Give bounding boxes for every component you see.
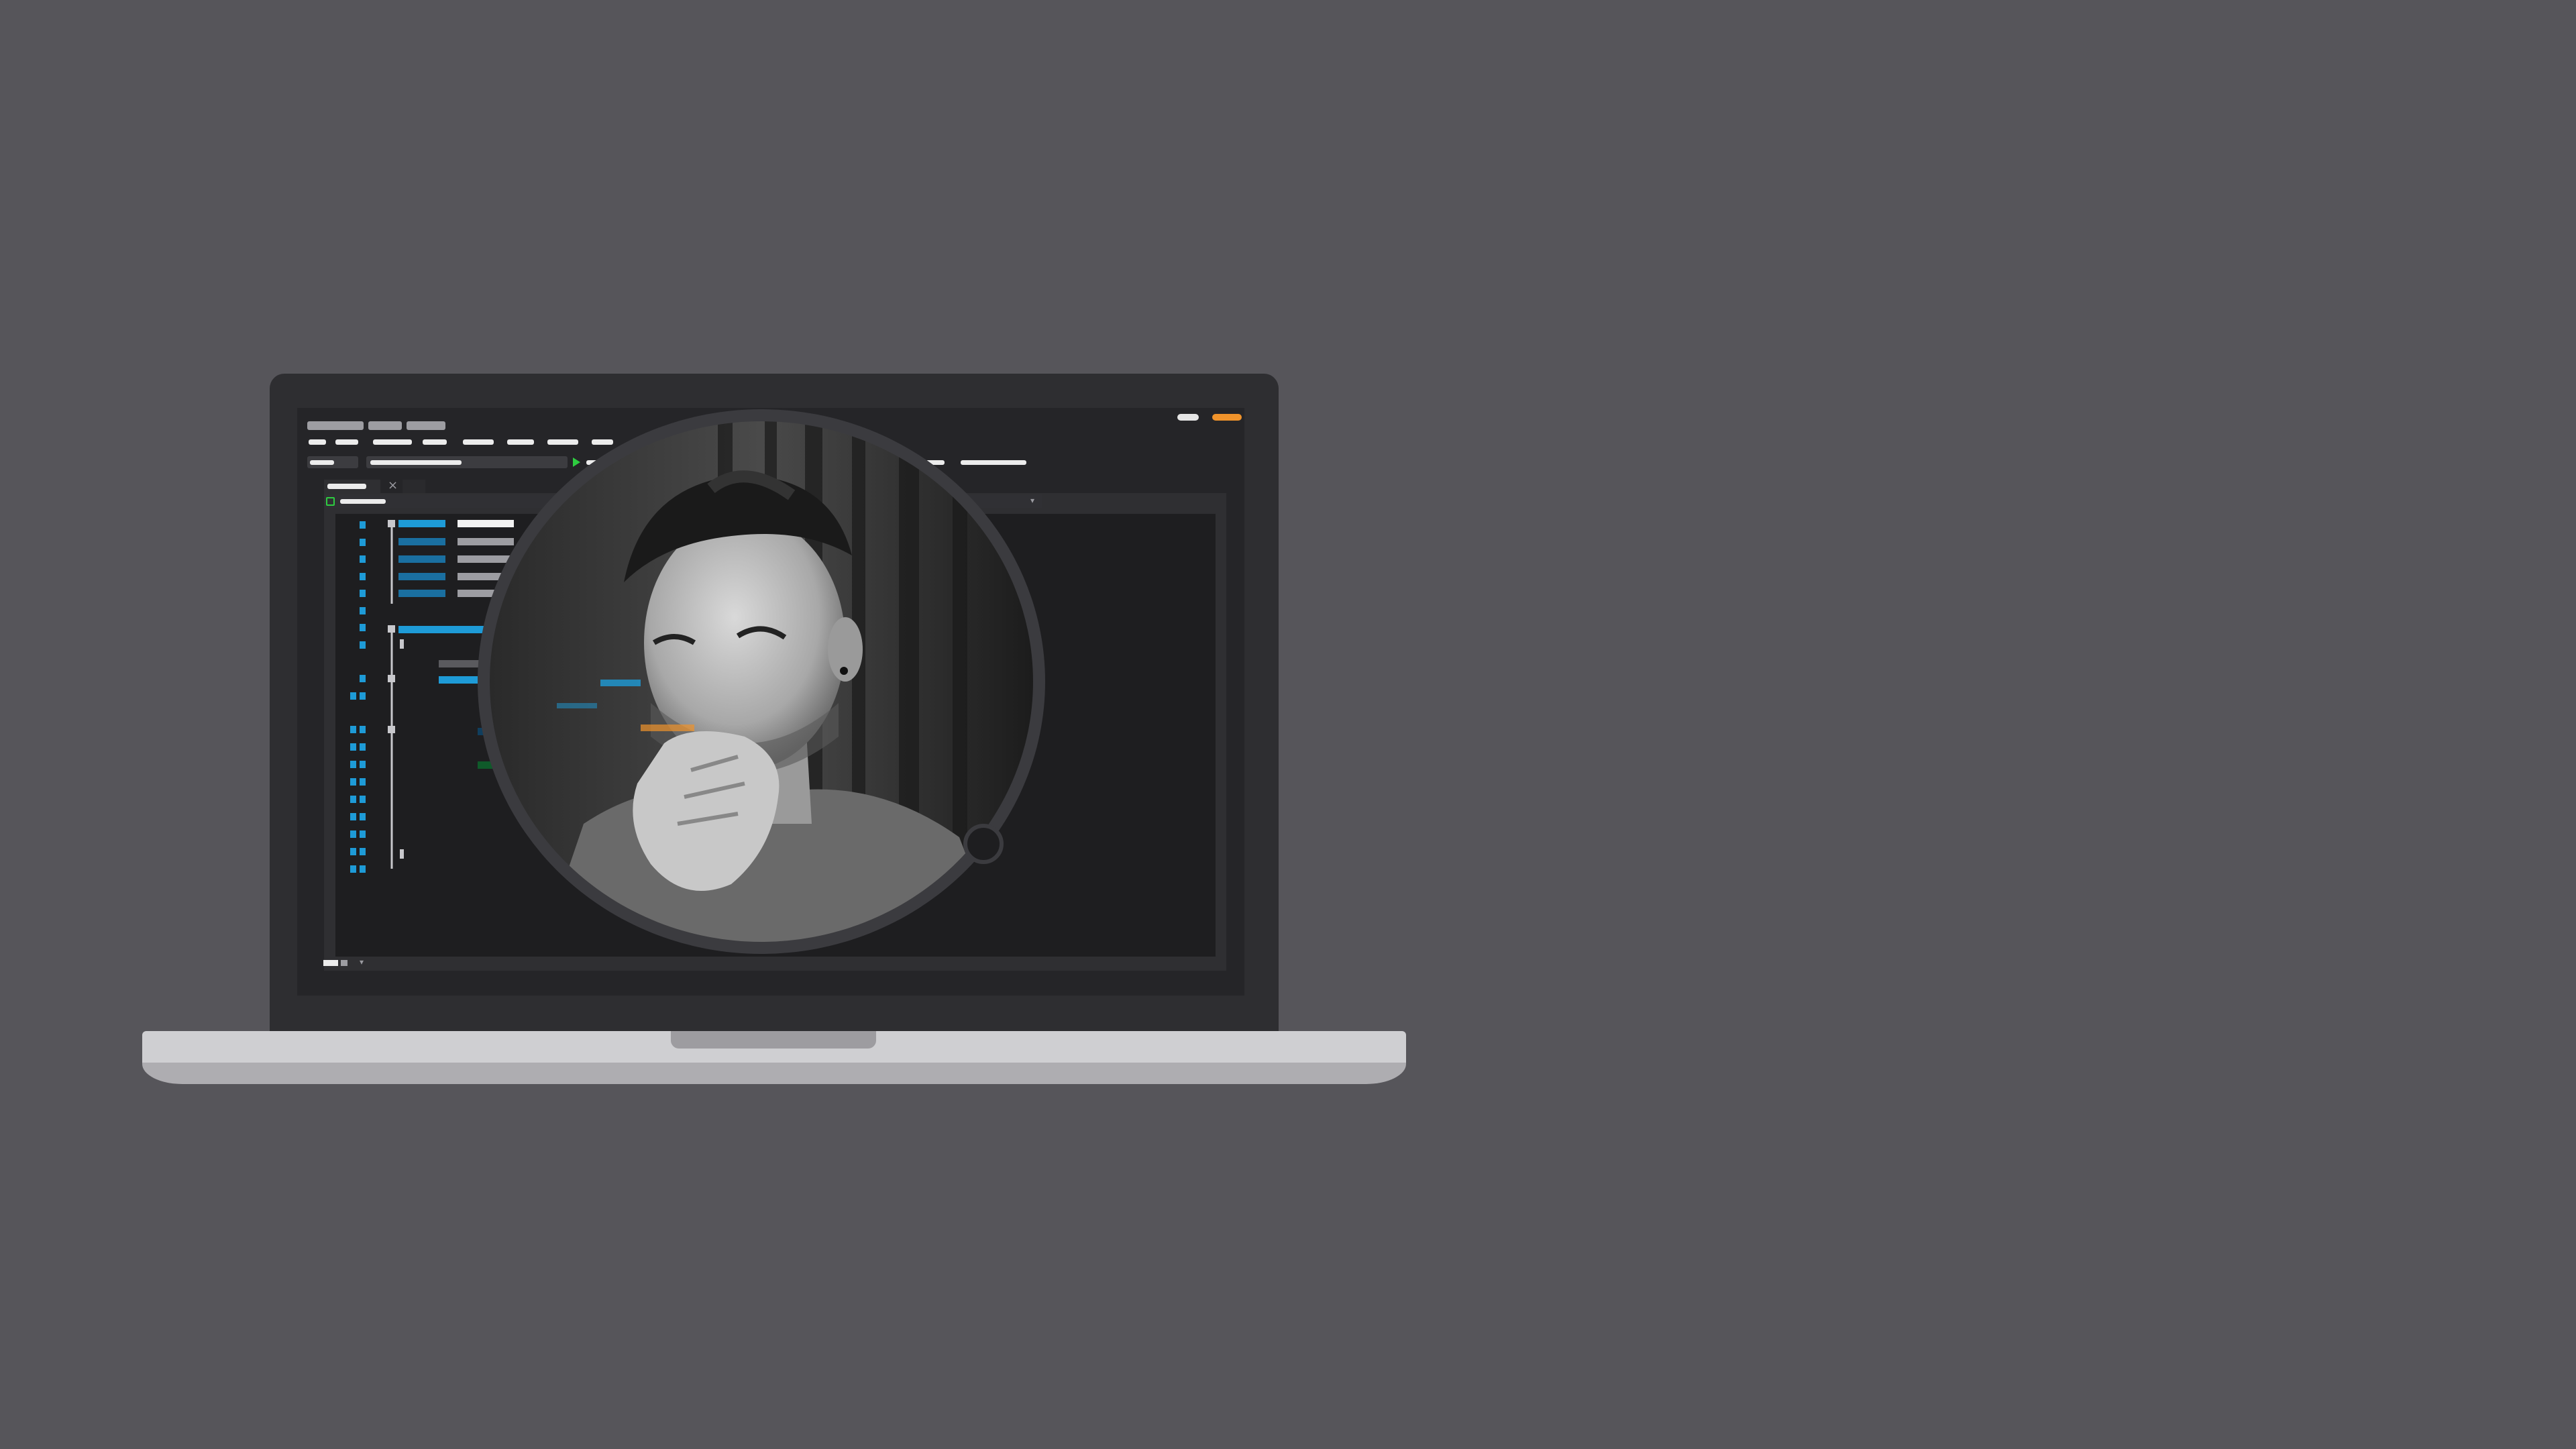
menu-item[interactable] (423, 439, 447, 445)
run-icon[interactable] (572, 457, 581, 468)
title-text-block (407, 421, 445, 430)
code-token (458, 538, 514, 545)
code-token (398, 626, 486, 633)
config-dropdown-label (310, 460, 334, 465)
title-text-block (368, 421, 402, 430)
menu-item[interactable] (547, 439, 578, 445)
code-token (458, 520, 514, 527)
zoom-percent (341, 960, 347, 966)
code-token (398, 555, 445, 563)
menu-item[interactable] (309, 439, 326, 445)
menu-item[interactable] (335, 439, 358, 445)
code-token (398, 538, 445, 545)
menu-item[interactable] (507, 439, 534, 445)
target-dropdown-label (370, 460, 462, 465)
title-text-block (307, 421, 364, 430)
file-icon (326, 497, 335, 506)
close-icon[interactable]: × (388, 480, 398, 492)
tab-label (327, 484, 366, 489)
chevron-down-icon[interactable]: ▾ (1030, 496, 1034, 504)
code-token (398, 573, 445, 580)
portrait-notch (963, 824, 1004, 864)
toolbar-item[interactable] (961, 460, 1026, 465)
person-portrait-icon (490, 421, 1033, 942)
close-button[interactable] (1212, 414, 1242, 421)
fold-guides (388, 520, 404, 869)
menu-item[interactable] (592, 439, 613, 445)
laptop-opening-notch (671, 1031, 876, 1049)
menu-item[interactable] (373, 439, 412, 445)
code-token (398, 520, 445, 527)
chevron-down-icon[interactable]: ▾ (360, 958, 364, 966)
minimize-button[interactable] (1177, 414, 1199, 421)
menu-item[interactable] (463, 439, 494, 445)
tab-inactive[interactable] (402, 480, 425, 493)
code-token (398, 590, 445, 597)
navigation-label (340, 499, 386, 504)
zoom-level-box[interactable] (323, 960, 338, 966)
portrait-photo (490, 421, 1033, 942)
laptop-base-edge (142, 1063, 1406, 1084)
code-token (458, 555, 514, 563)
